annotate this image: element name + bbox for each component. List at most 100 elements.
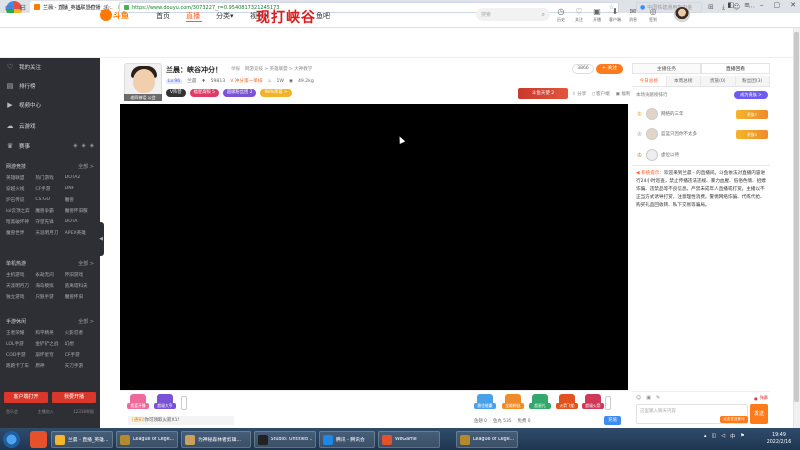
restore-icon[interactable]: ↶: [88, 3, 97, 12]
sidebar-link[interactable]: 天涯明月刀: [6, 283, 35, 289]
share-button[interactable]: ⇪ 分享: [572, 91, 586, 97]
header-follow[interactable]: ♡ 关注: [570, 7, 588, 23]
sidebar-item-cloud[interactable]: ☁ 云游戏: [0, 117, 100, 134]
sidebar-link[interactable]: 暗黑破坏神: [6, 219, 35, 225]
footer-link[interactable]: 12318举报: [73, 409, 94, 415]
header-broadcast[interactable]: ▣ 开播: [588, 7, 606, 23]
tab-replay[interactable]: 直播回看: [701, 63, 770, 74]
gift-scroll-handle[interactable]: [181, 396, 187, 410]
sidebar-link[interactable]: 幻想: [65, 341, 94, 347]
section-more-link[interactable]: 全部 >: [78, 318, 94, 325]
sidebar-link[interactable]: CF手游: [65, 352, 94, 358]
sidebar-link[interactable]: 炉石传说: [6, 197, 35, 203]
start-broadcast-button[interactable]: 我要开播: [52, 392, 96, 403]
minimize-icon[interactable]: –: [760, 1, 764, 9]
sidebar-toggle-icon[interactable]: ▭: [4, 3, 13, 12]
home-icon[interactable]: ⌂: [74, 3, 83, 12]
tab-week-rank[interactable]: 本周总榜: [666, 76, 701, 86]
ime-icon[interactable]: 中: [730, 433, 735, 440]
sidebar-link[interactable]: 魔兽怀旧: [65, 294, 94, 300]
sidebar-link[interactable]: 魔兽怀旧服: [65, 208, 94, 214]
pinned-app-icon[interactable]: [30, 431, 47, 448]
sidebar-link[interactable]: 只狼手游: [35, 294, 64, 300]
reload-icon[interactable]: ↻: [60, 3, 69, 12]
start-button-icon[interactable]: [3, 431, 20, 448]
taskbar-item[interactable]: 兰晨 - 直播_英雄...: [51, 431, 113, 448]
sidebar-link[interactable]: 魔兽: [65, 197, 94, 203]
gift-item[interactable]: 超星礼: [529, 394, 551, 414]
room-tag[interactable]: 98%荣誉 >: [260, 89, 292, 97]
nav-category[interactable]: 分类▾: [216, 11, 234, 21]
report-link[interactable]: 举报: [231, 66, 240, 72]
sidebar-link[interactable]: 魔兽争霸: [35, 208, 64, 214]
sidebar-link[interactable]: 金铲铲之战: [35, 341, 64, 347]
sidebar-link[interactable]: 英雄联盟: [6, 175, 35, 181]
client-button[interactable]: ▯ 客户端: [592, 91, 609, 97]
rank-badge[interactable]: V 冲分第一单排: [230, 78, 262, 84]
gift-item[interactable]: 全能粉丝: [502, 394, 524, 414]
emoji-icon[interactable]: ☺: [636, 395, 641, 401]
download-icon[interactable]: ⤓: [722, 3, 725, 12]
split-icon[interactable]: ⊟: [18, 3, 27, 12]
section-more-link[interactable]: 全部 >: [78, 163, 94, 170]
danmu-toggle[interactable]: ● 弹幕: [754, 395, 768, 401]
nav-home[interactable]: 首页: [156, 11, 170, 21]
footer-link[interactable]: 鱼乐会: [6, 409, 18, 415]
gift-item[interactable]: 我爱开播: [127, 394, 149, 414]
tab-noble[interactable]: 贵族(0): [701, 76, 736, 86]
sidebar-link[interactable]: 和平精英: [35, 330, 64, 336]
sidebar-link[interactable]: CF手游: [35, 186, 64, 192]
rank-row[interactable]: ♔ 网络的三年 贵族7: [636, 106, 768, 122]
room-tag[interactable]: V阵营: [166, 89, 186, 97]
sidebar-link[interactable]: 火影忍者: [65, 330, 94, 336]
sidebar-link[interactable]: COD手游: [6, 352, 35, 358]
flag-icon[interactable]: ⚑: [740, 433, 744, 440]
quick-reply-icon[interactable]: ✎: [656, 395, 660, 401]
sidebar-link[interactable]: 海岛模拟: [35, 283, 64, 289]
maximize-icon[interactable]: ▢: [774, 1, 781, 9]
promo-badge[interactable]: 斗鱼天使 2: [518, 88, 568, 99]
footer-link[interactable]: 主播加入: [38, 409, 54, 415]
gift-box-icon[interactable]: ▣: [646, 395, 651, 401]
volume-icon[interactable]: ◁: [721, 433, 725, 440]
video-player[interactable]: [120, 104, 628, 390]
anchor-name[interactable]: 兰晨: [187, 78, 196, 84]
follow-button[interactable]: + 关注: [596, 64, 623, 74]
room-tag[interactable]: 福星高照 5: [189, 89, 219, 97]
gift-item[interactable]: 超级大亨: [154, 394, 176, 414]
sidebar-link[interactable]: 原神: [35, 363, 64, 369]
sidebar-link[interactable]: 崩坏星穹: [35, 352, 64, 358]
sidebar-link[interactable]: 魔兽世界: [6, 230, 35, 236]
close-window-icon[interactable]: ✕: [790, 1, 796, 9]
search-icon[interactable]: ⌕: [542, 11, 545, 19]
gift-item[interactable]: 稳住能赢: [474, 394, 496, 414]
taskbar-item[interactable]: Studio: Untitled ...: [254, 431, 316, 448]
tab-anchor-task[interactable]: 主播任务: [632, 63, 701, 74]
sidebar-link[interactable]: 守望先锋: [35, 219, 64, 225]
open-client-button[interactable]: 客户端打开: [4, 392, 48, 403]
become-noble-button[interactable]: 成为贵族 >: [734, 91, 768, 99]
user-icon[interactable]: ☺: [733, 3, 740, 12]
sidebar-item-events[interactable]: ♛ 赛事 ◈ ◈ ◈: [0, 137, 100, 154]
header-message[interactable]: ✉ 消息: [624, 7, 642, 23]
welfare-button[interactable]: ▣ 福利: [616, 91, 631, 97]
room-tag[interactable]: 超级粉丝团 2: [222, 89, 257, 97]
site-search-input[interactable]: 搜索 ⌕: [476, 8, 550, 21]
sidebar-link[interactable]: 热门游戏: [35, 175, 64, 181]
sidebar-link[interactable]: 天涯明月刀: [35, 230, 64, 236]
sidebar-link[interactable]: LOL手游: [6, 341, 35, 347]
header-client[interactable]: ⬇ 客户端: [606, 7, 624, 23]
sidebar-link[interactable]: 穿越火线: [6, 186, 35, 192]
tab-today-rank[interactable]: 今日总榜: [632, 76, 667, 86]
sidebar-link[interactable]: 主机游戏: [6, 272, 35, 278]
sidebar-link[interactable]: DOTA2: [65, 175, 94, 181]
taskbar-item[interactable]: League of Lege...: [116, 431, 178, 448]
sidebar-link[interactable]: 独立游戏: [6, 294, 35, 300]
taskbar-item[interactable]: League of Lege...: [456, 431, 518, 448]
taskbar-item[interactable]: 腾讯 - 腾讯会: [319, 431, 375, 448]
taskbar-item[interactable]: WeGame: [378, 431, 440, 448]
sidebar-link[interactable]: 逃离塔科夫: [65, 283, 94, 289]
room-breadcrumb[interactable]: 网游竞技 > 英雄联盟 > 大神教学: [245, 66, 312, 72]
header-history[interactable]: ◷ 历史: [552, 7, 570, 23]
sidebar-link[interactable]: 王者荣耀: [6, 330, 35, 336]
